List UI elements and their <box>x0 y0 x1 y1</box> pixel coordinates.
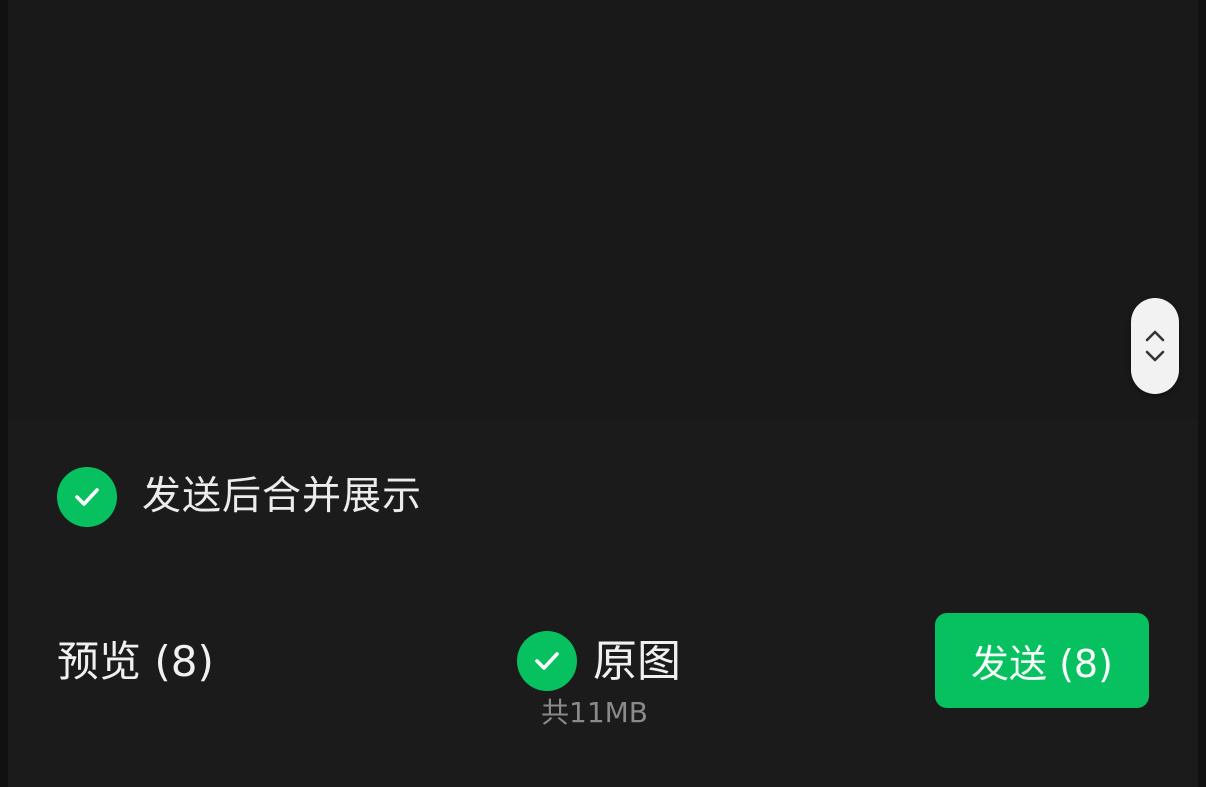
chevron-up-icon <box>1145 330 1165 342</box>
scroll-arrows-icon <box>1145 330 1165 362</box>
original-image-checkbox[interactable] <box>517 631 577 691</box>
total-size-label: 共11MB <box>541 696 648 729</box>
image-picker-screen: 发送后合并展示 预览 (8) 原图 共11MB 发送 (8) <box>0 0 1206 787</box>
merge-display-label[interactable]: 发送后合并展示 <box>142 473 422 521</box>
photo-grid-area <box>8 0 1198 420</box>
original-image-label[interactable]: 原图 <box>593 634 681 690</box>
left-edge <box>0 0 8 787</box>
preview-button[interactable]: 预览 (8) <box>57 634 214 690</box>
right-edge <box>1198 0 1206 787</box>
checkmark-icon <box>535 652 559 670</box>
send-button[interactable]: 发送 (8) <box>935 613 1149 708</box>
checkmark-icon <box>75 488 99 506</box>
merge-display-checkbox[interactable] <box>57 467 117 527</box>
fast-scroll-handle[interactable] <box>1131 298 1179 394</box>
chevron-down-icon <box>1145 350 1165 362</box>
